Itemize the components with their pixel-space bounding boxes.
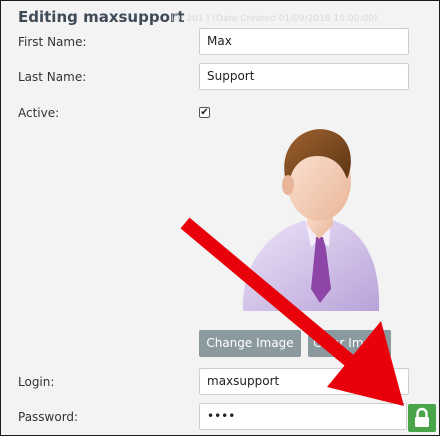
last-name-field[interactable]: Support — [199, 63, 409, 90]
last-name-label: Last Name: — [18, 70, 87, 84]
active-checkbox[interactable]: ✔ — [199, 107, 210, 118]
page-title: Editing maxsupport — [18, 8, 185, 26]
clear-image-button[interactable]: Clear Image — [308, 330, 391, 357]
login-field[interactable]: maxsupport — [199, 368, 409, 395]
password-field[interactable]: •••• — [199, 403, 407, 430]
lock-icon — [415, 407, 429, 427]
edit-user-panel: Editing maxsupport ID: 201 | (Date Creat… — [0, 0, 440, 436]
active-label: Active: — [18, 106, 60, 120]
lock-button[interactable] — [408, 404, 436, 432]
login-label: Login: — [18, 375, 55, 389]
first-name-field[interactable]: Max — [199, 28, 409, 55]
password-label: Password: — [18, 410, 79, 424]
change-image-button[interactable]: Change Image — [199, 330, 301, 357]
first-name-label: First Name: — [18, 35, 87, 49]
user-avatar-image — [242, 129, 380, 311]
checkmark-icon: ✔ — [200, 106, 209, 118]
record-meta: ID: 201 | (Date Created 01/09/2018 10:00… — [171, 14, 378, 24]
